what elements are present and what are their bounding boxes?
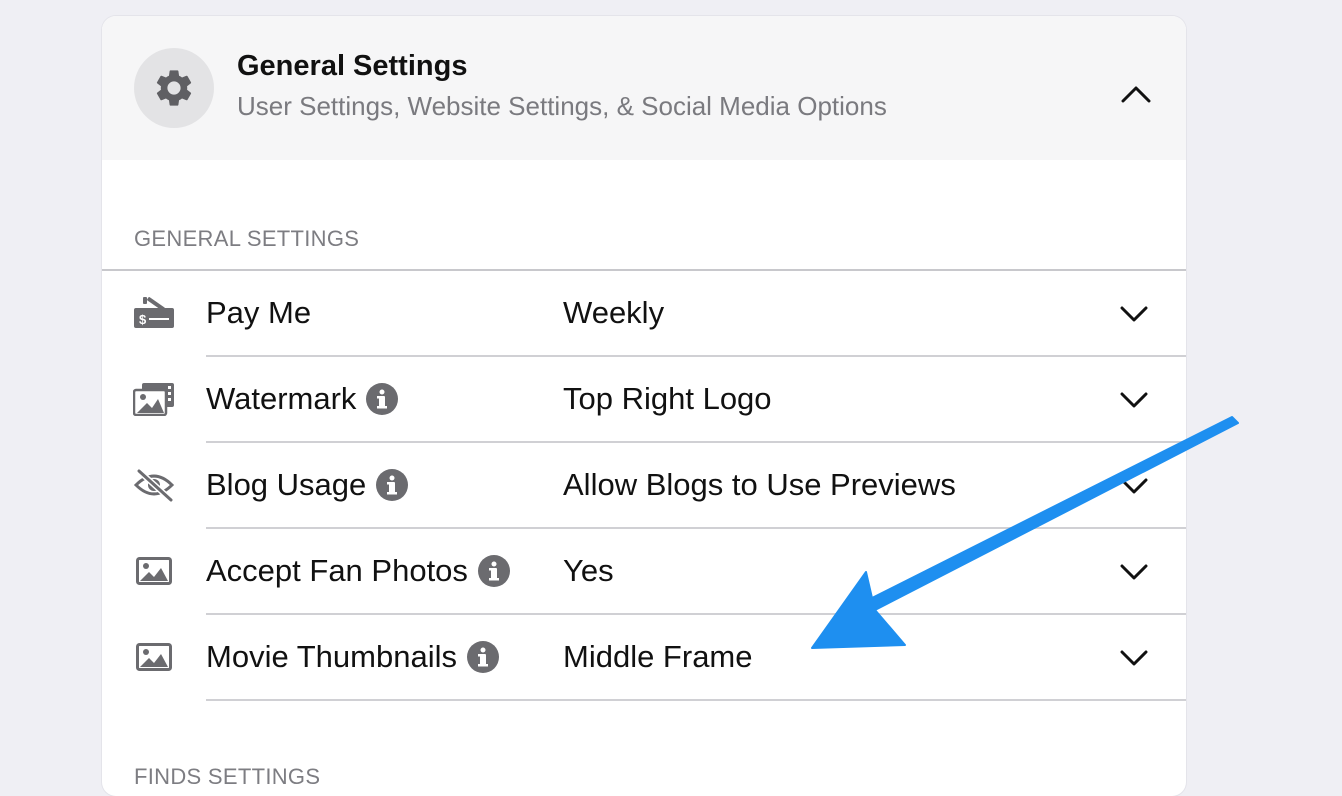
section-label: GENERAL SETTINGS bbox=[134, 226, 360, 251]
settings-header[interactable]: General Settings User Settings, Website … bbox=[102, 16, 1186, 160]
setting-row-movie-thumbnails[interactable]: Movie Thumbnails Middle Frame bbox=[102, 615, 1186, 701]
setting-label: Watermark bbox=[206, 381, 399, 417]
setting-label-text: Accept Fan Photos bbox=[206, 553, 468, 588]
photos-icon bbox=[132, 379, 176, 419]
setting-row-pay-me[interactable]: $ Pay Me Weekly bbox=[102, 271, 1186, 357]
setting-label-text: Movie Thumbnails bbox=[206, 639, 457, 674]
chevron-down-icon[interactable] bbox=[1114, 297, 1154, 331]
chevron-down-icon[interactable] bbox=[1114, 469, 1154, 503]
chevron-up-icon[interactable] bbox=[1114, 76, 1158, 112]
setting-label-text: Blog Usage bbox=[206, 467, 367, 502]
info-icon[interactable] bbox=[477, 555, 510, 587]
image-icon bbox=[132, 551, 176, 591]
chevron-down-icon[interactable] bbox=[1114, 555, 1154, 589]
setting-value[interactable]: Allow Blogs to Use Previews bbox=[563, 467, 956, 503]
setting-value[interactable]: Top Right Logo bbox=[563, 381, 772, 417]
setting-label: Movie Thumbnails bbox=[206, 639, 499, 675]
info-icon[interactable] bbox=[366, 383, 399, 415]
row-divider bbox=[206, 699, 1186, 701]
info-icon[interactable] bbox=[466, 641, 499, 673]
payment-check-icon: $ bbox=[132, 293, 176, 333]
chevron-down-icon[interactable] bbox=[1114, 383, 1154, 417]
chevron-down-icon[interactable] bbox=[1114, 641, 1154, 675]
image-icon bbox=[132, 637, 176, 677]
settings-card: General Settings User Settings, Website … bbox=[102, 16, 1186, 796]
setting-label: Accept Fan Photos bbox=[206, 553, 510, 589]
header-title: General Settings bbox=[237, 50, 468, 82]
setting-value[interactable]: Middle Frame bbox=[563, 639, 753, 675]
setting-value[interactable]: Weekly bbox=[563, 295, 664, 331]
setting-row-watermark[interactable]: Watermark Top Right Logo bbox=[102, 357, 1186, 443]
setting-row-accept-fan-photos[interactable]: Accept Fan Photos Yes bbox=[102, 529, 1186, 615]
gear-icon bbox=[134, 48, 214, 128]
setting-value[interactable]: Yes bbox=[563, 553, 614, 589]
next-section-label: FINDS SETTINGS bbox=[134, 764, 321, 789]
eye-slash-icon bbox=[132, 465, 176, 505]
setting-label: Pay Me bbox=[206, 295, 311, 331]
info-icon[interactable] bbox=[376, 469, 409, 501]
setting-row-blog-usage[interactable]: Blog Usage Allow Blogs to Use Previews bbox=[102, 443, 1186, 529]
header-subtitle: User Settings, Website Settings, & Socia… bbox=[237, 91, 887, 121]
setting-label-text: Pay Me bbox=[206, 295, 312, 330]
setting-label-text: Watermark bbox=[206, 381, 357, 416]
setting-label: Blog Usage bbox=[206, 467, 409, 503]
svg-text:$: $ bbox=[139, 312, 147, 327]
